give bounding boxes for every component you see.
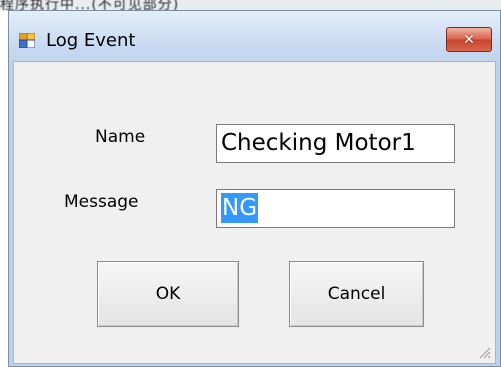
screen: 程序执行中...(不可见部分) Log Event ✕ Name Checkin… <box>0 0 501 367</box>
message-field-selected-text: NG <box>221 193 259 223</box>
log-event-dialog: Log Event ✕ Name Checking Motor1 Message… <box>8 10 501 367</box>
close-button[interactable]: ✕ <box>446 27 492 52</box>
form-icon <box>19 33 35 48</box>
message-field[interactable]: NG <box>216 189 455 228</box>
message-label: Message <box>64 192 139 212</box>
name-field-value: Checking Motor1 <box>221 130 416 156</box>
ok-button-label: OK <box>155 284 181 304</box>
name-label: Name <box>95 127 146 147</box>
ok-button[interactable]: OK <box>97 261 239 327</box>
dialog-body: Name Checking Motor1 Message NG OK Cance… <box>13 61 496 364</box>
close-icon: ✕ <box>463 31 475 48</box>
resize-grip-icon[interactable] <box>477 345 491 359</box>
background-window-strip: 程序执行中...(不可见部分) <box>0 0 501 13</box>
name-field[interactable]: Checking Motor1 <box>216 124 455 163</box>
window-title: Log Event <box>46 30 136 51</box>
cancel-button-label: Cancel <box>327 284 386 304</box>
cancel-button[interactable]: Cancel <box>289 261 424 327</box>
